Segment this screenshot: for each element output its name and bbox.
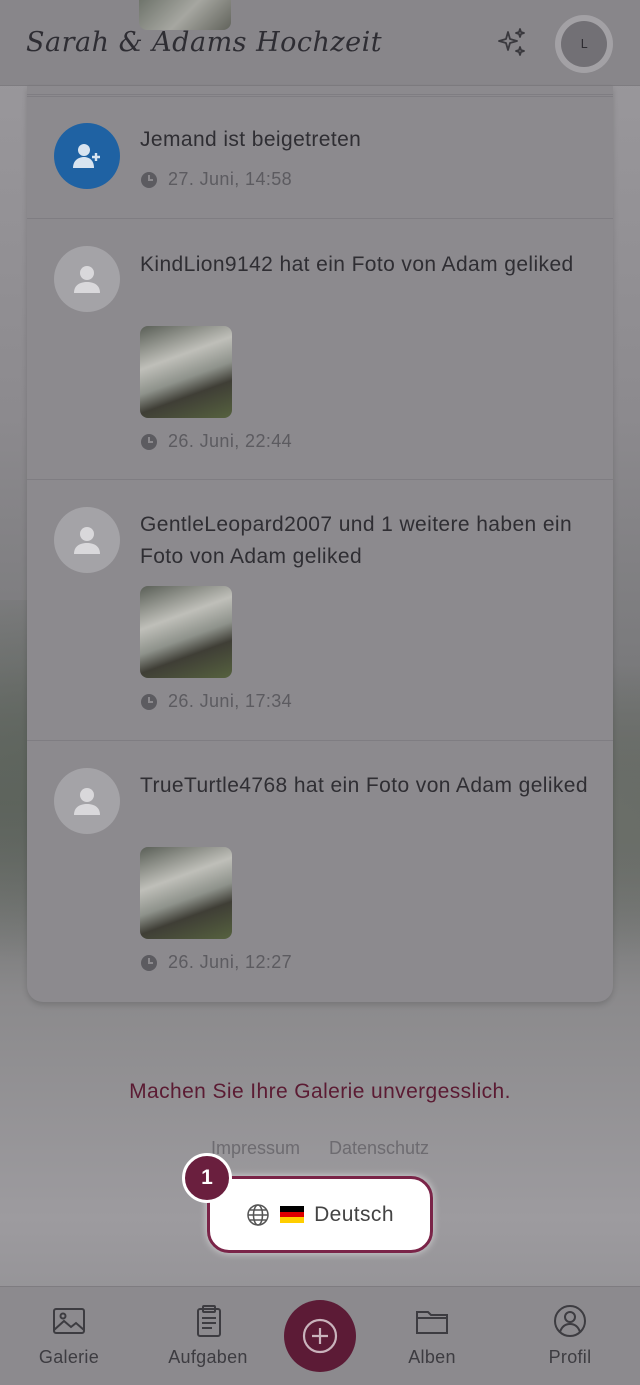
activity-timestamp: 26. Juni, 22:44	[140, 431, 292, 452]
clock-icon	[141, 693, 157, 710]
header-photo-thumbnail	[139, 0, 231, 30]
clock-icon	[141, 171, 157, 188]
globe-icon	[247, 1203, 269, 1226]
activity-text: Jemand ist beigetreten	[140, 128, 362, 151]
tagline: Machen Sie Ihre Galerie unvergesslich.	[129, 1080, 511, 1103]
step-badge: 1	[182, 1153, 232, 1203]
activity-item[interactable]: TrueTurtle4768 hat ein Foto von Adam gel…	[27, 740, 613, 1002]
divider	[27, 94, 613, 95]
activity-text: KindLion9142 hat ein Foto von Adam gelik…	[140, 253, 574, 276]
german-flag-icon	[280, 1206, 305, 1224]
app-header: Sarah & Adams Hochzeit L	[0, 0, 640, 86]
activity-text: GentleLeopard2007 und 1 weitere haben ei…	[140, 513, 573, 568]
plus-circle-icon	[302, 1318, 338, 1354]
user-icon	[54, 507, 120, 573]
activity-timestamp: 26. Juni, 12:27	[140, 952, 292, 973]
clipboard-icon	[197, 1305, 221, 1337]
language-label: Deutsch	[314, 1202, 394, 1226]
language-selector-button[interactable]: Deutsch	[207, 1176, 433, 1253]
activity-photo-thumbnail[interactable]	[140, 847, 232, 939]
activity-time: 26. Juni, 22:44	[168, 431, 293, 451]
activity-text: TrueTurtle4768 hat ein Foto von Adam gel…	[140, 774, 588, 797]
activity-item[interactable]: GentleLeopard2007 und 1 weitere haben ei…	[27, 479, 613, 740]
nav-label-galerie: Galerie	[38, 1347, 100, 1367]
user-avatar-initial: L	[561, 21, 607, 67]
user-icon	[54, 246, 120, 312]
folder-icon	[416, 1311, 448, 1334]
clock-icon	[141, 954, 157, 971]
footer-links: Impressum Datenschutz	[0, 1138, 640, 1159]
activity-timestamp: 27. Juni, 14:58	[140, 169, 292, 190]
activity-time: 27. Juni, 14:58	[168, 169, 293, 189]
activity-feed-card: Jemand ist beigetreten 27. Juni, 14:58 K…	[27, 86, 613, 1002]
user-icon	[54, 768, 120, 834]
nav-item-alben[interactable]: Alben	[377, 1287, 487, 1385]
activity-photo-thumbnail[interactable]	[140, 586, 232, 678]
nav-label-profil: Profil	[548, 1347, 592, 1367]
user-circle-icon	[554, 1305, 586, 1337]
activity-timestamp: 26. Juni, 17:34	[140, 691, 292, 712]
user-avatar-button[interactable]: L	[555, 15, 613, 73]
image-icon	[53, 1308, 85, 1334]
nav-label-aufgaben: Aufgaben	[168, 1347, 248, 1367]
nav-item-aufgaben[interactable]: Aufgaben	[153, 1287, 263, 1385]
activity-photo-thumbnail[interactable]	[140, 326, 232, 418]
activity-item[interactable]: Jemand ist beigetreten 27. Juni, 14:58	[27, 96, 613, 218]
nav-item-galerie[interactable]: Galerie	[14, 1287, 124, 1385]
datenschutz-link[interactable]: Datenschutz	[329, 1138, 429, 1158]
gallery-title: Sarah & Adams Hochzeit	[26, 27, 383, 58]
clock-icon	[141, 433, 157, 450]
activity-item[interactable]: KindLion9142 hat ein Foto von Adam gelik…	[27, 218, 613, 479]
add-button[interactable]	[284, 1300, 356, 1372]
nav-label-alben: Alben	[408, 1347, 456, 1367]
nav-item-profil[interactable]: Profil	[515, 1287, 625, 1385]
sparkle-icon[interactable]	[496, 26, 528, 58]
activity-time: 26. Juni, 12:27	[168, 952, 293, 972]
activity-time: 26. Juni, 17:34	[168, 691, 293, 711]
impressum-link[interactable]: Impressum	[211, 1138, 300, 1158]
user-plus-icon	[54, 123, 120, 189]
